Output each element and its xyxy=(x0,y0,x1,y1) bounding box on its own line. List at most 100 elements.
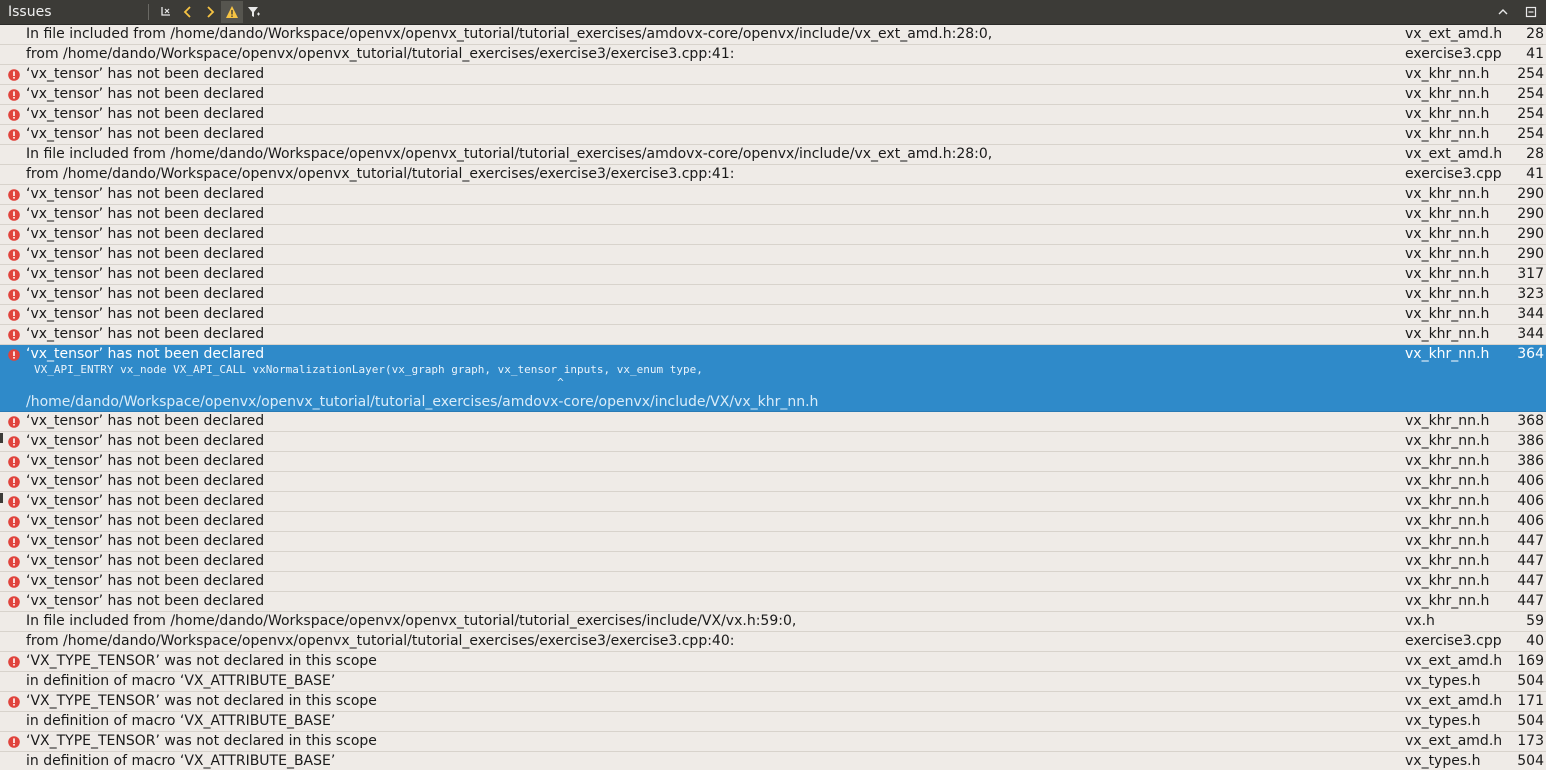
issue-row[interactable]: In file included from /home/dando/Worksp… xyxy=(0,145,1546,165)
toolbar-separator xyxy=(148,4,149,20)
issue-line: 344 xyxy=(1517,326,1544,342)
issue-row[interactable]: from /home/dando/Workspace/openvx/openvx… xyxy=(0,165,1546,185)
issue-row[interactable]: ‘vx_tensor’ has not been declared vx_khr_… xyxy=(0,125,1546,145)
issue-message: ‘vx_tensor’ has not been declared xyxy=(26,453,265,469)
error-icon xyxy=(8,415,20,428)
issue-row[interactable]: ‘vx_tensor’ has not been declared vx_khr_… xyxy=(0,512,1546,532)
issue-line: 344 xyxy=(1517,306,1544,322)
issue-line: 254 xyxy=(1517,86,1544,102)
issue-line: 290 xyxy=(1517,186,1544,202)
issue-row[interactable]: in definition of macro ‘VX_ATTRIBUTE_BAS… xyxy=(0,712,1546,732)
issue-row[interactable]: ‘vx_tensor’ has not been declared vx_khr_… xyxy=(0,225,1546,245)
issue-row[interactable]: in definition of macro ‘VX_ATTRIBUTE_BAS… xyxy=(0,752,1546,770)
issue-row[interactable]: ‘vx_tensor’ has not been declared vx_khr_… xyxy=(0,572,1546,592)
issue-row[interactable]: ‘vx_tensor’ has not been declared vx_khr_… xyxy=(0,452,1546,472)
issues-panel: Issues In file included from /home/dando… xyxy=(0,0,1546,770)
issue-line: 317 xyxy=(1517,266,1544,282)
error-icon xyxy=(8,455,20,468)
issues-list: In file included from /home/dando/Worksp… xyxy=(0,25,1546,770)
issue-message: ‘vx_tensor’ has not been declared xyxy=(26,326,265,342)
issue-row[interactable]: ‘vx_tensor’ has not been declared vx_khr_… xyxy=(0,552,1546,572)
error-icon xyxy=(8,595,20,608)
issue-row[interactable]: ‘vx_tensor’ has not been declared vx_khr_… xyxy=(0,245,1546,265)
error-icon xyxy=(8,475,20,488)
issue-file: vx_khr_nn.h xyxy=(1405,513,1490,529)
issue-line: 504 xyxy=(1517,753,1544,769)
issue-message: ‘vx_tensor’ has not been declared xyxy=(26,493,265,509)
warning-filter-icon[interactable] xyxy=(221,1,243,23)
issue-row[interactable]: ‘vx_tensor’ has not been declared vx_khr_… xyxy=(0,285,1546,305)
issue-row[interactable]: ‘VX_TYPE_TENSOR’ was not declared in thi… xyxy=(0,652,1546,672)
issue-message: ‘vx_tensor’ has not been declared xyxy=(26,126,265,142)
issue-line: 28 xyxy=(1526,146,1544,162)
issue-line: 254 xyxy=(1517,106,1544,122)
issue-message: ‘vx_tensor’ has not been declared xyxy=(26,186,265,202)
issue-message: ‘vx_tensor’ has not been declared xyxy=(26,573,265,589)
maximize-icon[interactable] xyxy=(1520,1,1542,23)
issue-row[interactable]: ‘vx_tensor’ has not been declared vx_khr_… xyxy=(0,472,1546,492)
issue-row[interactable]: ‘VX_TYPE_TENSOR’ was not declared in thi… xyxy=(0,732,1546,752)
error-icon xyxy=(8,88,20,101)
error-icon xyxy=(8,348,20,361)
clear-icon[interactable] xyxy=(155,1,177,23)
filter-icon[interactable] xyxy=(243,1,265,23)
issue-file: vx_khr_nn.h xyxy=(1405,553,1490,569)
issue-line: 254 xyxy=(1517,66,1544,82)
error-icon xyxy=(8,555,20,568)
issue-file: vx_khr_nn.h xyxy=(1405,473,1490,489)
issue-row[interactable]: from /home/dando/Workspace/openvx/openvx… xyxy=(0,45,1546,65)
issue-file: vx_khr_nn.h xyxy=(1405,226,1490,242)
error-icon xyxy=(8,208,20,221)
issue-row-selected[interactable]: ‘vx_tensor’ has not been declared vx_khr_… xyxy=(0,345,1546,412)
issue-row[interactable]: in definition of macro ‘VX_ATTRIBUTE_BAS… xyxy=(0,672,1546,692)
issue-message: ‘vx_tensor’ has not been declared xyxy=(26,246,265,262)
issue-message: ‘vx_tensor’ has not been declared xyxy=(26,533,265,549)
error-icon xyxy=(8,308,20,321)
issue-row[interactable]: ‘vx_tensor’ has not been declared vx_khr_… xyxy=(0,205,1546,225)
issue-row[interactable]: ‘vx_tensor’ has not been declared vx_khr_… xyxy=(0,532,1546,552)
error-icon xyxy=(8,328,20,341)
issue-file: vx_khr_nn.h xyxy=(1405,186,1490,202)
issue-row[interactable]: In file included from /home/dando/Worksp… xyxy=(0,612,1546,632)
issue-row[interactable]: ‘vx_tensor’ has not been declared vx_khr_… xyxy=(0,592,1546,612)
issue-file: vx_khr_nn.h xyxy=(1405,286,1490,302)
issue-row[interactable]: ‘vx_tensor’ has not been declared vx_khr_… xyxy=(0,412,1546,432)
issue-message: ‘vx_tensor’ has not been declared xyxy=(26,413,265,429)
issue-message: ‘vx_tensor’ has not been declared xyxy=(26,473,265,489)
issue-row[interactable]: ‘vx_tensor’ has not been declared vx_khr_… xyxy=(0,65,1546,85)
issue-file: vx_khr_nn.h xyxy=(1405,206,1490,222)
issue-message: ‘vx_tensor’ has not been declared xyxy=(26,433,265,449)
issue-row[interactable]: In file included from /home/dando/Worksp… xyxy=(0,25,1546,45)
issue-message: ‘vx_tensor’ has not been declared xyxy=(26,346,265,362)
issue-message: In file included from /home/dando/Worksp… xyxy=(26,26,993,42)
issue-row[interactable]: ‘vx_tensor’ has not been declared vx_khr_… xyxy=(0,185,1546,205)
error-icon xyxy=(8,268,20,281)
issue-message: ‘vx_tensor’ has not been declared xyxy=(26,206,265,222)
issues-toolbar: Issues xyxy=(0,0,1546,25)
issue-row[interactable]: from /home/dando/Workspace/openvx/openvx… xyxy=(0,632,1546,652)
previous-icon[interactable] xyxy=(177,1,199,23)
issue-file: vx_khr_nn.h xyxy=(1405,326,1490,342)
issue-file: vx_khr_nn.h xyxy=(1405,413,1490,429)
issue-message: ‘VX_TYPE_TENSOR’ was not declared in thi… xyxy=(26,693,377,709)
next-icon[interactable] xyxy=(199,1,221,23)
collapse-up-icon[interactable] xyxy=(1492,1,1514,23)
issue-line: 504 xyxy=(1517,673,1544,689)
issue-row[interactable]: ‘vx_tensor’ has not been declared vx_khr_… xyxy=(0,305,1546,325)
issue-row[interactable]: ‘vx_tensor’ has not been declared vx_khr_… xyxy=(0,325,1546,345)
issue-row[interactable]: ‘vx_tensor’ has not been declared vx_khr_… xyxy=(0,432,1546,452)
issue-file: vx_khr_nn.h xyxy=(1405,106,1490,122)
error-icon xyxy=(8,735,20,748)
issue-message: ‘vx_tensor’ has not been declared xyxy=(26,286,265,302)
issue-row[interactable]: ‘vx_tensor’ has not been declared vx_khr_… xyxy=(0,265,1546,285)
issue-row[interactable]: ‘vx_tensor’ has not been declared vx_khr_… xyxy=(0,105,1546,125)
issue-detail-path[interactable]: /home/dando/Workspace/openvx/openvx_tuto… xyxy=(26,393,818,412)
issue-row[interactable]: ‘vx_tensor’ has not been declared vx_khr_… xyxy=(0,85,1546,105)
issue-message: In file included from /home/dando/Worksp… xyxy=(26,613,797,629)
issue-row[interactable]: ‘VX_TYPE_TENSOR’ was not declared in thi… xyxy=(0,692,1546,712)
issue-row[interactable]: ‘vx_tensor’ has not been declared vx_khr_… xyxy=(0,492,1546,512)
issue-file: vx_types.h xyxy=(1405,673,1481,689)
error-icon xyxy=(8,68,20,81)
error-icon xyxy=(8,435,20,448)
error-icon xyxy=(8,515,20,528)
